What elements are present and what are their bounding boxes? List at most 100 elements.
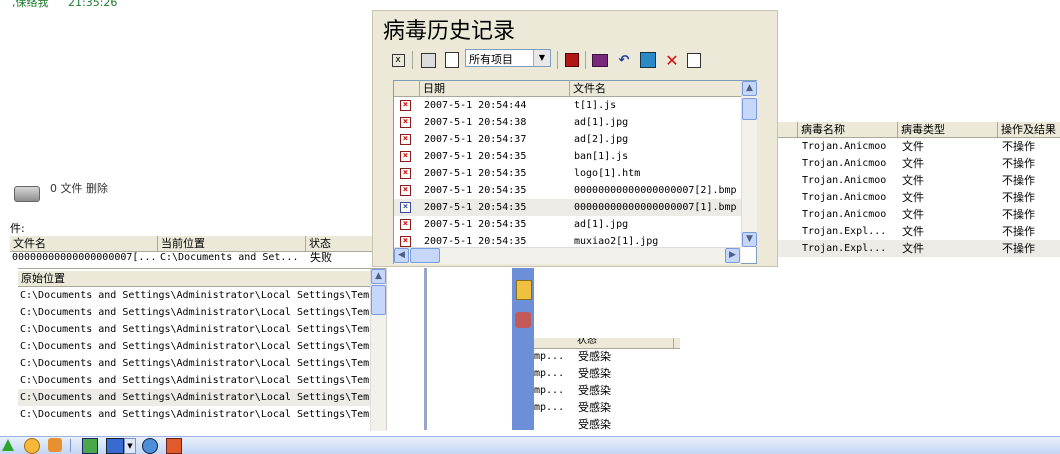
window-divider <box>386 268 427 430</box>
export-icon[interactable] <box>443 51 461 69</box>
virus-row[interactable]: Trojan.Anicmoo 文件 不操作 <box>778 155 1060 172</box>
scroll-left-button[interactable]: ◀ <box>394 248 409 263</box>
origin-row[interactable]: C:\Documents and Settings\Administrator\… <box>18 406 370 423</box>
smiley-icon[interactable] <box>24 438 40 454</box>
history-vertical-scrollbar[interactable]: ▲ ▼ <box>741 81 757 247</box>
history-row[interactable]: × 2007-5-1 20:54:35 ban[1].js <box>394 148 741 165</box>
globe-icon[interactable] <box>142 438 158 454</box>
date-cell: 2007-5-1 20:54:38 <box>424 117 527 128</box>
column-header-action[interactable]: 操作及结果 <box>998 122 1060 137</box>
history-list: 日期 文件名 × 2007-5-1 20:54:44 t[1].js × 2007-5-… <box>393 80 757 264</box>
history-row[interactable]: × 2007-5-1 20:54:37 ad[2].jpg <box>394 131 741 148</box>
filter-select[interactable]: 所有项目 ▼ <box>465 49 551 67</box>
infection-status-cell: 受感染 <box>578 418 611 431</box>
display-icon[interactable] <box>106 438 124 454</box>
column-header-filename[interactable]: 文件名 <box>570 81 742 96</box>
filename-cell: ad[1].jpg <box>574 117 629 128</box>
origin-row[interactable]: C:\Documents and Settings\Administrator\… <box>18 287 370 304</box>
status-row[interactable]: mp... 受感染 <box>534 365 680 382</box>
virus-name-cell: Trojan.Expl... <box>802 226 887 237</box>
window-title: 病毒历史记录 <box>383 19 516 44</box>
toolbar-separator <box>585 51 586 69</box>
date-cell: 2007-5-1 20:54:35 <box>424 151 527 162</box>
virus-row[interactable]: Trojan.Anicmoo 文件 不操作 <box>778 189 1060 206</box>
virus-name-cell: Trojan.Anicmoo <box>802 175 887 186</box>
history-row[interactable]: × 2007-5-1 20:54:35 00000000000000000007[2… <box>394 182 741 199</box>
origin-row[interactable]: C:\Documents and Settings\Administrator\… <box>18 321 370 338</box>
virus-type-cell: 文件 <box>902 140 924 153</box>
restore-icon[interactable] <box>685 51 703 69</box>
virus-name-cell: Trojan.Anicmoo <box>802 158 887 169</box>
origin-location-panel: 原始位置 C:\Documents and Settings\Administr… <box>18 268 387 431</box>
column-header-virus-name[interactable]: 病毒名称 <box>798 122 898 137</box>
column-header-index[interactable] <box>778 122 798 137</box>
virus-type-cell: 文件 <box>902 208 924 221</box>
messenger-icon[interactable] <box>48 438 62 452</box>
infected-file-icon: × <box>400 168 411 179</box>
date-cell: 2007-5-1 20:54:44 <box>424 100 527 111</box>
file-prefix-cell: mp... <box>534 385 565 396</box>
action-cell: 不操作 <box>1002 225 1035 238</box>
filename-cell: ad[1].jpg <box>574 219 629 230</box>
scroll-down-button[interactable]: ▼ <box>742 232 757 247</box>
file-prefix-cell: mp... <box>534 402 565 413</box>
file-selected-icon: × <box>400 202 411 213</box>
virus-type-cell: 文件 <box>902 242 924 255</box>
column-header-origin[interactable]: 原始位置 <box>18 271 370 286</box>
shield-icon[interactable] <box>166 438 182 454</box>
column-header-status[interactable]: 状态 <box>306 236 372 251</box>
close-panel-icon[interactable]: x <box>389 51 407 69</box>
delete-table-header: 文件名 当前位置 状态 <box>10 236 372 252</box>
history-row[interactable]: × 2007-5-1 20:54:35 ad[1].jpg <box>394 216 741 233</box>
history-row[interactable]: × 2007-5-1 20:54:44 t[1].js <box>394 97 741 114</box>
history-row[interactable]: × 2007-5-1 20:54:35 00000000000000000007[1… <box>394 199 741 216</box>
column-header-virus-type[interactable]: 病毒类型 <box>898 122 998 137</box>
virus-row[interactable]: Trojan.Anicmoo 文件 不操作 <box>778 138 1060 155</box>
scroll-up-button[interactable]: ▲ <box>742 81 757 96</box>
up-arrow-icon[interactable] <box>2 439 14 451</box>
history-horizontal-scrollbar[interactable]: ◀ ▶ <box>394 247 741 264</box>
origin-scrollbar[interactable]: ▲ <box>370 269 387 431</box>
status-row[interactable]: 受感染 <box>534 416 680 433</box>
virus-row[interactable]: Trojan.Expl... 文件 不操作 <box>778 223 1060 240</box>
origin-row[interactable]: C:\Documents and Settings\Administrator\… <box>18 338 370 355</box>
action-cell: 不操作 <box>1002 191 1035 204</box>
save-icon[interactable] <box>563 51 581 69</box>
network-icon[interactable] <box>82 438 98 454</box>
table-row[interactable]: 00000000000000000007[... C:\Documents an… <box>12 251 372 265</box>
scroll-thumb-horizontal[interactable] <box>410 248 440 263</box>
scroll-thumb[interactable] <box>371 285 386 315</box>
history-row[interactable]: × 2007-5-1 20:54:38 ad[1].jpg <box>394 114 741 131</box>
column-header-file[interactable]: 文件名 <box>10 236 158 251</box>
book-icon[interactable] <box>591 51 609 69</box>
properties-icon[interactable] <box>419 51 437 69</box>
chevron-down-icon[interactable]: ▼ <box>533 50 550 66</box>
column-header-icon[interactable] <box>394 81 420 96</box>
origin-row[interactable]: C:\Documents and Settings\Administrator\… <box>18 372 370 389</box>
scan-icon[interactable] <box>639 51 657 69</box>
scroll-right-button[interactable]: ▶ <box>725 248 740 263</box>
origin-header: 原始位置 <box>18 271 370 287</box>
virus-row[interactable]: Trojan.Anicmoo 文件 不操作 <box>778 172 1060 189</box>
status-row[interactable]: mp... 受感染 <box>534 399 680 416</box>
origin-row[interactable]: C:\Documents and Settings\Administrator\… <box>18 389 370 406</box>
infection-status-cell: 受感染 <box>578 367 611 380</box>
origin-row[interactable]: C:\Documents and Settings\Administrator\… <box>18 355 370 372</box>
column-header-location[interactable]: 当前位置 <box>158 236 306 251</box>
status-row[interactable]: mp... 受感染 <box>534 348 680 365</box>
column-header-date[interactable]: 日期 <box>420 81 570 96</box>
status-row[interactable]: mp... 受感染 <box>534 382 680 399</box>
scroll-thumb[interactable] <box>742 98 757 120</box>
delete-icon[interactable]: ✕ <box>663 51 681 70</box>
origin-path-cell: C:\Documents and Settings\Administrator\… <box>20 358 370 369</box>
scroll-up-button[interactable]: ▲ <box>371 269 386 284</box>
virus-row[interactable]: Trojan.Expl... 文件 不操作 <box>778 240 1060 257</box>
origin-row[interactable]: C:\Documents and Settings\Administrator\… <box>18 304 370 321</box>
column-header-status[interactable]: 状态 <box>574 338 674 348</box>
toolbar-separator <box>557 51 558 69</box>
virus-type-cell: 文件 <box>902 191 924 204</box>
undo-icon[interactable]: ↶ <box>615 51 633 69</box>
virus-row[interactable]: Trojan.Anicmoo 文件 不操作 <box>778 206 1060 223</box>
history-row[interactable]: × 2007-5-1 20:54:35 logo[1].htm <box>394 165 741 182</box>
dropdown-icon[interactable]: ▼ <box>124 438 136 454</box>
